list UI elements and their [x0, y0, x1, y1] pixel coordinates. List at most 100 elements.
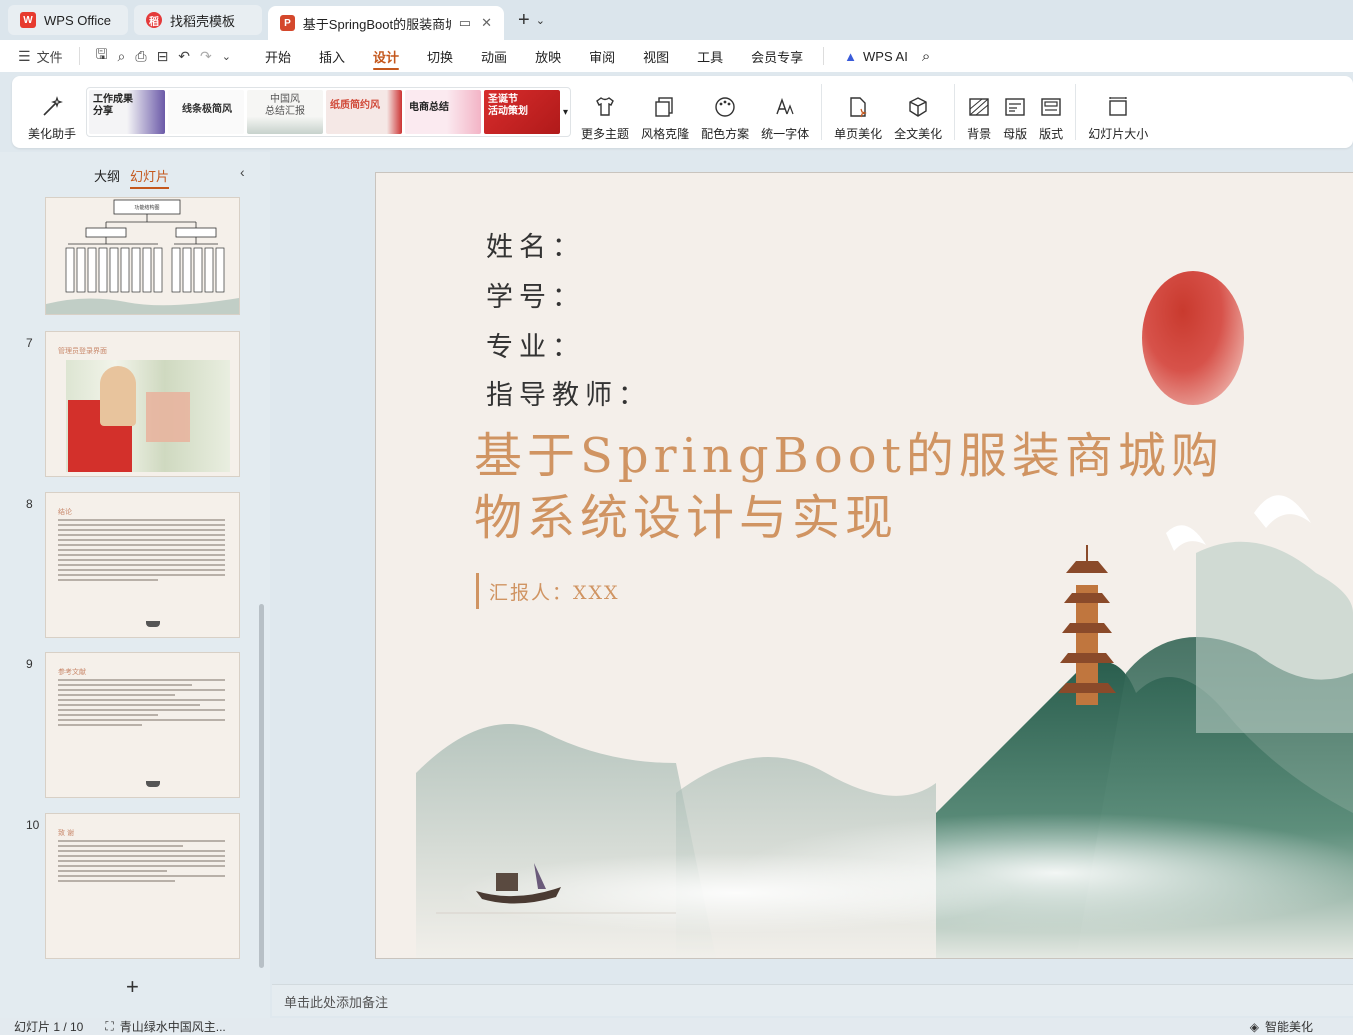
theme-christmas[interactable]: 圣诞节 活动策划	[484, 90, 561, 134]
single-page-beautify-button[interactable]: 单页美化	[828, 82, 888, 142]
theme-gallery: 工作成果 分享 线条极简风 中国风 总结汇报 纸质简约风 电商总结 圣诞节 活动…	[86, 87, 572, 137]
print-preview-icon[interactable]: ⊟	[157, 48, 169, 65]
reporter-field[interactable]: 汇报人：XXX	[476, 573, 620, 609]
more-themes-label: 更多主题	[581, 127, 630, 141]
tab-presentation[interactable]: P 基于SpringBoot的服装商城购 ▭ ✕	[268, 6, 504, 40]
slide-number: 9	[26, 657, 33, 671]
font-icon	[776, 97, 794, 115]
tab-bar: W WPS Office 稻 找稻壳模板 P 基于SpringBoot的服装商城…	[0, 0, 1353, 40]
file-menu[interactable]: 文件	[37, 47, 63, 66]
more-themes-button[interactable]: 更多主题	[575, 82, 635, 142]
background-button[interactable]: 背景	[961, 82, 997, 142]
page-sparkle-icon	[850, 97, 868, 118]
thumb-title: 参考文献	[58, 669, 86, 676]
save-icon[interactable]: 🖫	[96, 44, 108, 68]
gallery-expand-icon[interactable]: ▾	[563, 107, 568, 118]
student-id-field[interactable]: 学号：	[486, 275, 585, 314]
add-slide-icon[interactable]: +	[126, 974, 139, 1000]
wps-ai-label: WPS AI	[863, 48, 908, 64]
layout-button[interactable]: 版式	[1033, 82, 1069, 142]
single-page-label: 单页美化	[834, 127, 883, 141]
print-icon[interactable]: ⎙	[135, 48, 146, 65]
panel-scrollbar[interactable]	[259, 604, 264, 968]
slide-thumbnail-10[interactable]: 致 谢	[46, 814, 239, 958]
slide-thumbnail-6[interactable]: 功能结构图	[46, 198, 239, 314]
menu-transition[interactable]: 切换	[413, 40, 467, 72]
slide-thumbnail-8[interactable]: 结论	[46, 493, 239, 637]
menu-view[interactable]: 视图	[629, 40, 683, 72]
chevron-down-icon[interactable]: ⌄	[222, 50, 231, 63]
style-clone-button[interactable]: 风格克隆	[635, 82, 695, 142]
theme-paper-simple[interactable]: 纸质简约风	[326, 90, 403, 134]
collapse-panel-icon[interactable]: ‹	[240, 164, 245, 180]
redo-icon[interactable]: ↷	[200, 48, 212, 65]
master-button[interactable]: 母版	[997, 82, 1033, 142]
style-clone-label: 风格克隆	[641, 127, 690, 141]
notes-area[interactable]: 单击此处添加备注	[272, 984, 1353, 1016]
theme-name[interactable]: 青山绿水中国风主...	[120, 1018, 226, 1035]
tab-label: WPS Office	[44, 12, 111, 28]
smart-beautify-button[interactable]: 智能美化	[1265, 1018, 1313, 1035]
close-icon[interactable]: ✕	[481, 15, 492, 31]
wps-ai-icon: ▲	[844, 48, 858, 64]
clone-icon	[655, 97, 673, 117]
theme-chinese-style[interactable]: 中国风 总结汇报	[247, 90, 324, 134]
tab-template[interactable]: 稻 找稻壳模板	[134, 5, 262, 35]
theme-work-results[interactable]: 工作成果 分享	[89, 90, 166, 134]
theme-ecommerce[interactable]: 电商总结	[405, 90, 482, 134]
theme-line-minimal[interactable]: 线条极简风	[168, 90, 245, 134]
menu-review[interactable]: 审阅	[575, 40, 629, 72]
hamburger-icon[interactable]: ☰	[18, 48, 31, 65]
slide-counter: 幻灯片 1 / 10	[14, 1020, 84, 1034]
slide-size-button[interactable]: 幻灯片大小	[1082, 82, 1154, 142]
menu-animation[interactable]: 动画	[467, 40, 521, 72]
menu-member[interactable]: 会员专享	[737, 40, 817, 72]
slide-panel: 大纲 幻灯片 ‹ 功能结构图 7 管理员登录界面 8 结论 9 参考文献 10 …	[0, 152, 270, 1018]
undo-icon[interactable]: ↶	[178, 48, 190, 65]
current-slide[interactable]: 姓名： 学号： 专业： 指导教师： 基于SpringBoot的服装商城购 物系统…	[376, 173, 1353, 958]
background-icon	[969, 98, 989, 116]
layout-icon	[1041, 98, 1061, 116]
new-tab-icon[interactable]: +	[518, 9, 530, 32]
beautify-label: 美化助手	[28, 127, 77, 141]
slide-thumbnail-9[interactable]: 参考文献	[46, 653, 239, 797]
unify-font-label: 统一字体	[761, 127, 810, 141]
major-field[interactable]: 专业：	[486, 325, 585, 364]
wps-ai-button[interactable]: ▲ WPS AI	[830, 40, 922, 72]
title-line-1: 基于SpringBoot的服装商城购	[474, 428, 1224, 484]
menu-bar: ☰ 文件 🖫 ⌕ ⎙ ⊟ ↶ ↷ ⌄ 开始 插入 设计 切换 动画 放映 审阅 …	[0, 40, 1353, 72]
slide-title[interactable]: 基于SpringBoot的服装商城购 物系统设计与实现	[474, 425, 1254, 549]
color-scheme-button[interactable]: 配色方案	[695, 82, 755, 142]
wps-logo-icon: W	[20, 12, 36, 28]
slide-number: 7	[26, 336, 33, 350]
monitor-icon[interactable]: ▭	[459, 15, 471, 31]
palette-icon	[715, 97, 735, 117]
menu-tools[interactable]: 工具	[683, 40, 737, 72]
beautify-assistant-button[interactable]: 美化助手	[22, 82, 82, 142]
chevron-down-icon[interactable]: ⌄	[536, 14, 545, 27]
full-text-label: 全文美化	[894, 127, 943, 141]
theme-label: 总结汇报	[265, 106, 306, 117]
tab-wps-office[interactable]: W WPS Office	[8, 5, 128, 35]
menu-slideshow[interactable]: 放映	[521, 40, 575, 72]
design-ribbon: 美化助手 工作成果 分享 线条极简风 中国风 总结汇报 纸质简约风 电商总结 圣…	[12, 76, 1353, 148]
menu-insert[interactable]: 插入	[305, 40, 359, 72]
person-image	[100, 366, 136, 426]
advisor-field[interactable]: 指导教师：	[486, 373, 651, 412]
slide-thumbnail-7[interactable]: 管理员登录界面	[46, 332, 239, 476]
menu-design[interactable]: 设计	[359, 40, 413, 72]
tab-label: 找稻壳模板	[170, 13, 236, 29]
thumb-title-text: 功能结构图	[134, 204, 159, 211]
status-bar: 幻灯片 1 / 10 ⛶ 青山绿水中国风主... ◈ 智能美化	[0, 1018, 1353, 1035]
thumb-text-lines	[58, 840, 225, 885]
unify-font-button[interactable]: 统一字体	[755, 82, 815, 142]
name-field[interactable]: 姓名：	[486, 225, 585, 264]
brush-icon[interactable]: ⌕	[118, 48, 126, 65]
thumb-title: 致 谢	[58, 830, 74, 837]
tab-label: 基于SpringBoot的服装商城购	[302, 16, 451, 32]
menu-home[interactable]: 开始	[251, 40, 305, 72]
tab-outline[interactable]: 大纲	[94, 166, 120, 189]
full-text-beautify-button[interactable]: 全文美化	[888, 82, 948, 142]
search-icon[interactable]: ⌕	[922, 48, 930, 65]
tab-slides[interactable]: 幻灯片	[130, 166, 170, 189]
